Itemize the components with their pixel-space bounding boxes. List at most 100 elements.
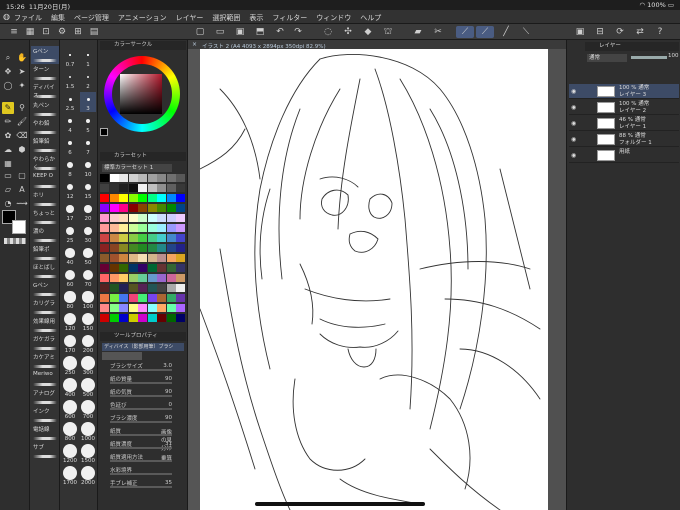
color-swatch[interactable] [119,304,128,312]
color-swatch[interactable] [109,284,119,292]
help-icon[interactable]: ? [654,26,666,38]
color-swatch[interactable] [147,274,157,282]
color-swatch[interactable] [176,274,185,282]
brush-size-item[interactable]: 70 [80,268,96,288]
subtool-item[interactable]: アナログ [31,388,59,406]
pen-tool-icon[interactable]: ✎ [2,102,14,114]
tool-property-row[interactable]: ブラシ濃度 90 [102,414,186,424]
color-swatch[interactable] [147,264,157,272]
color-swatch[interactable] [147,254,157,262]
color-swatch[interactable] [157,294,166,302]
color-swatch[interactable] [100,264,109,272]
brush-size-item[interactable]: 10 [80,158,96,178]
operation-tool-icon[interactable]: ➤ [16,66,28,78]
color-swatch[interactable] [138,314,147,322]
color-swatch[interactable] [147,314,157,322]
brush-size-item[interactable]: 500 [80,378,96,398]
color-swatch[interactable] [157,204,166,212]
color-swatch[interactable] [128,234,138,242]
color-swatch[interactable] [138,264,147,272]
layer-item[interactable]: ◉ 100 % 通常 レイヤー 3 [569,84,679,99]
color-swatch[interactable] [109,184,119,192]
perspective-icon[interactable]: ⟍ [520,26,532,38]
menu-item[interactable]: アニメーション [118,13,167,23]
frame-tool-icon[interactable]: ▢ [16,170,28,182]
color-swatch[interactable] [147,194,157,202]
subtool-item[interactable]: カリグラ [31,298,59,316]
color-swatch[interactable] [100,214,109,222]
color-swatch[interactable] [109,304,119,312]
zoom-tool-icon[interactable]: ⌕ [2,52,14,64]
lasso-tool-icon[interactable]: ◯ [2,80,14,92]
color-swatch[interactable] [157,304,166,312]
brush-size-item[interactable]: 1700 [62,466,78,486]
color-swatch[interactable] [128,174,138,182]
eyedropper-tool-icon[interactable]: ⚲ [16,102,28,114]
subtool-item[interactable]: サブ [31,442,59,460]
color-swatch[interactable] [157,184,166,192]
color-swatch[interactable] [128,304,138,312]
color-swatch[interactable] [176,184,185,192]
bucket-icon[interactable]: ⛫ [382,26,394,38]
flip-icon[interactable]: ⇄ [634,26,646,38]
color-swatch[interactable] [119,264,128,272]
fill-tool-icon[interactable]: ⬢ [16,144,28,156]
color-swatch[interactable] [119,194,128,202]
color-swatch[interactable] [176,194,185,202]
brush-tool-icon[interactable]: 🖌 [16,116,28,128]
color-swatch[interactable] [100,244,109,252]
ruler-line-icon[interactable]: ╱ [500,26,512,38]
color-swatch[interactable] [109,174,119,182]
color-swatch[interactable] [128,214,138,222]
color-swatch[interactable] [100,184,109,192]
menu-item[interactable]: ヘルプ [360,13,381,23]
subtool-item[interactable]: 濃の [31,226,59,244]
menu-item[interactable]: レイヤー [176,13,204,23]
color-swatch[interactable] [166,294,176,302]
visibility-eye-icon[interactable]: ◉ [571,136,576,143]
color-swatch[interactable] [166,194,176,202]
tool-property-row[interactable]: 紙質濃度 31 [102,440,186,450]
color-swatch[interactable] [119,184,128,192]
ruler-icon[interactable]: ▰ [412,26,424,38]
color-swatch[interactable] [100,204,109,212]
subtool-item[interactable]: ほとばし [31,262,59,280]
brush-size-item[interactable]: 150 [80,312,96,332]
brush-size-item[interactable]: 15 [80,180,96,200]
color-swatch[interactable] [128,294,138,302]
color-swatch[interactable] [100,174,109,182]
color-swatch[interactable] [109,204,119,212]
color-swatch[interactable] [176,284,185,292]
brush-size-item[interactable]: 40 [62,246,78,266]
color-swatch[interactable] [157,174,166,182]
color-swatch[interactable] [119,314,128,322]
color-swatch[interactable] [119,284,128,292]
text-tool-icon[interactable]: A [16,184,28,196]
brush-size-item[interactable]: 2.5 [62,92,78,112]
color-swatch[interactable] [157,224,166,232]
snap-icon[interactable]: ✣ [342,26,354,38]
color-swatch[interactable] [147,204,157,212]
tool-property-row[interactable]: ブラシサイズ 3.0 [102,362,186,372]
color-swatch[interactable] [147,284,157,292]
menu-item[interactable]: 編集 [51,13,65,23]
color-swatch[interactable] [176,294,185,302]
brush-size-item[interactable]: 60 [62,268,78,288]
layer-item[interactable]: ◉ 100 % 通常 レイヤー 2 [569,100,679,115]
color-swatch[interactable] [138,184,147,192]
layer-item[interactable]: ◉ 88 % 通常 フォルダー 1 [569,132,679,147]
color-swatch[interactable] [166,244,176,252]
menu-icon[interactable]: ≡ [8,26,20,38]
brush-size-item[interactable]: 1200 [62,444,78,464]
brush-size-item[interactable]: 1 [80,48,96,68]
color-swatch[interactable] [157,234,166,242]
color-swatch[interactable] [128,274,138,282]
subtool-item[interactable]: ガケガラ [31,334,59,352]
figure-tool-icon[interactable]: ▭ [2,170,14,182]
tool-property-row[interactable]: 手ブレ補正 35 [102,479,186,489]
color-swatch[interactable] [109,294,119,302]
brush-size-item[interactable]: 100 [80,290,96,310]
color-swatch[interactable] [109,264,119,272]
color-swatch[interactable] [100,254,109,262]
color-swatch[interactable] [147,224,157,232]
